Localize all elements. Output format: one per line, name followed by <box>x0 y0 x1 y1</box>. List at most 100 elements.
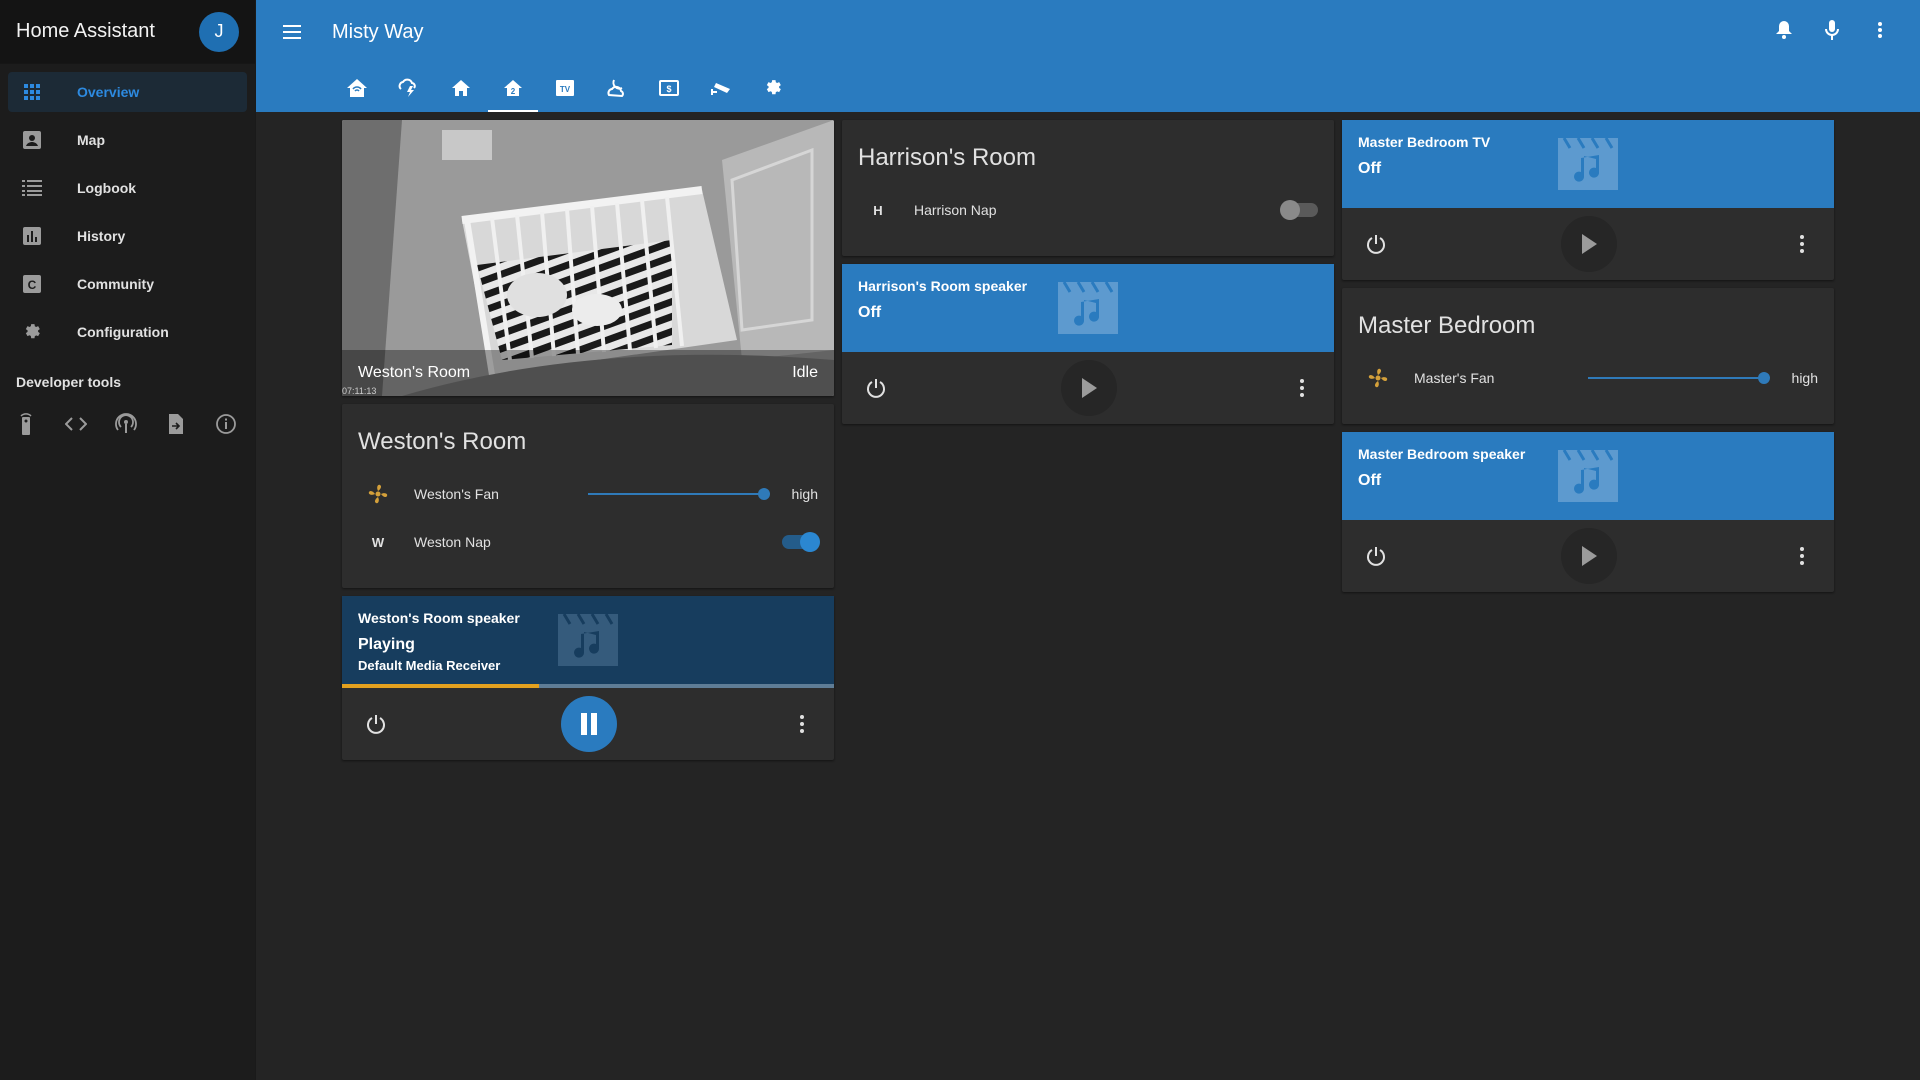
gear-icon <box>20 320 44 344</box>
nap-row: W Weston Nap <box>358 518 820 566</box>
nap-name: Harrison Nap <box>914 202 997 218</box>
home-automation-icon <box>347 79 367 97</box>
more-button[interactable] <box>784 706 820 742</box>
weston-speaker-card: Weston's Room speaker Playing Default Me… <box>342 596 834 760</box>
sidebar-nav: Overview Map Logbook History C Community <box>0 64 255 352</box>
progress-fill <box>342 684 539 688</box>
podcast-icon[interactable] <box>114 412 138 436</box>
nap-name: Weston Nap <box>414 534 491 550</box>
sidebar-item-overview[interactable]: Overview <box>8 72 247 112</box>
sidebar-header: Home Assistant J <box>0 0 255 64</box>
fan-row: Weston's Fan high <box>358 470 818 518</box>
svg-text:C: C <box>28 278 37 292</box>
view-tabs: 2 TV $ <box>332 64 1920 112</box>
play-button[interactable] <box>1061 360 1117 416</box>
power-icon <box>367 715 385 734</box>
nap-toggle[interactable] <box>782 532 820 552</box>
svg-text:2: 2 <box>511 87 516 96</box>
more-vert-icon <box>1300 379 1304 397</box>
power-button[interactable] <box>858 370 894 406</box>
code-icon[interactable] <box>64 412 88 436</box>
more-vert-icon[interactable] <box>1864 14 1896 46</box>
svg-text:$: $ <box>666 84 671 94</box>
pause-button[interactable] <box>561 696 617 752</box>
fan-speed-slider[interactable] <box>1588 372 1770 384</box>
home-icon <box>452 80 470 96</box>
movie-music-icon <box>1058 281 1118 334</box>
fan-name: Master's Fan <box>1414 370 1495 386</box>
tab-weather-lightning[interactable] <box>384 64 434 112</box>
menu-button[interactable] <box>272 12 312 52</box>
sidebar: Home Assistant J Overview Map Logbook Hi… <box>0 0 256 1080</box>
bell-icon[interactable] <box>1768 14 1800 46</box>
power-button[interactable] <box>1358 226 1394 262</box>
media-progress[interactable] <box>342 684 834 688</box>
media-controls <box>342 688 834 760</box>
tab-home[interactable] <box>436 64 486 112</box>
tab-home-automation[interactable] <box>332 64 382 112</box>
power-button[interactable] <box>358 706 394 742</box>
user-avatar[interactable]: J <box>199 11 239 52</box>
play-icon <box>1082 378 1097 398</box>
account-box-icon <box>20 128 44 152</box>
media-controls <box>1342 520 1834 592</box>
sidebar-item-community[interactable]: C Community <box>8 264 247 304</box>
home-variant-icon: 2 <box>504 80 522 96</box>
remote-icon[interactable] <box>14 412 38 436</box>
info-icon[interactable] <box>214 412 238 436</box>
camera-card[interactable]: Weston's Room Idle 07:11:13 <box>342 120 834 396</box>
pause-icon <box>581 713 597 735</box>
camera-name: Weston's Room <box>358 364 471 381</box>
media-header[interactable]: Master Bedroom TV Off <box>1342 120 1834 208</box>
tab-settings[interactable] <box>748 64 798 112</box>
menu-icon <box>283 25 301 39</box>
sidebar-item-map[interactable]: Map <box>8 120 247 160</box>
tab-tv[interactable]: TV <box>540 64 590 112</box>
more-button[interactable] <box>1784 538 1820 574</box>
weather-lightning-icon <box>398 78 416 97</box>
slider-knob[interactable] <box>1758 372 1770 384</box>
more-button[interactable] <box>1784 226 1820 262</box>
app-toolbar: Misty Way 2 TV $ <box>256 0 1920 112</box>
sidebar-item-label: Overview <box>77 84 140 100</box>
apps-icon <box>20 80 44 104</box>
gear-icon <box>766 80 781 95</box>
media-header[interactable]: Master Bedroom speaker Off <box>1342 432 1834 520</box>
slider-knob[interactable] <box>758 488 770 500</box>
file-export-icon[interactable] <box>164 412 188 436</box>
column-2: Harrison's Room H Harrison Nap Harrison'… <box>842 120 1334 432</box>
fan-state: high <box>1791 370 1818 386</box>
nap-toggle[interactable] <box>1280 200 1318 220</box>
harrison-speaker-card: Harrison's Room speaker Off <box>842 264 1334 424</box>
movie-music-icon <box>1558 449 1618 502</box>
sidebar-item-configuration[interactable]: Configuration <box>8 312 247 352</box>
master-bedroom-card: Master Bedroom Master's Fan high <box>1342 288 1834 424</box>
microphone-icon[interactable] <box>1816 14 1848 46</box>
play-button[interactable] <box>1561 216 1617 272</box>
sidebar-item-label: Configuration <box>77 324 169 340</box>
sidebar-item-history[interactable]: History <box>8 216 247 256</box>
power-button[interactable] <box>1358 538 1394 574</box>
fan-state: high <box>791 486 818 502</box>
movie-music-icon <box>558 613 618 666</box>
fan-icon[interactable] <box>1358 358 1398 398</box>
tab-cash[interactable]: $ <box>644 64 694 112</box>
fan-speed-slider[interactable] <box>588 488 770 500</box>
tab-cctv[interactable] <box>696 64 746 112</box>
play-button[interactable] <box>1561 528 1617 584</box>
media-header[interactable]: Weston's Room speaker Playing Default Me… <box>342 596 834 684</box>
sidebar-item-label: Map <box>77 132 105 148</box>
movie-music-icon <box>1558 137 1618 190</box>
more-button[interactable] <box>1284 370 1320 406</box>
media-header[interactable]: Harrison's Room speaker Off <box>842 264 1334 352</box>
page-title: Misty Way <box>332 20 424 43</box>
list-icon <box>20 176 44 200</box>
chart-bar-icon <box>20 224 44 248</box>
harrison-room-card: Harrison's Room H Harrison Nap <box>842 120 1334 256</box>
more-vert-icon <box>1800 547 1804 565</box>
sidebar-item-logbook[interactable]: Logbook <box>8 168 247 208</box>
card-title: Weston's Room <box>358 428 527 455</box>
tab-weather-night[interactable] <box>592 64 642 112</box>
fan-icon[interactable] <box>358 474 398 514</box>
tab-home-variant[interactable]: 2 <box>488 64 538 112</box>
